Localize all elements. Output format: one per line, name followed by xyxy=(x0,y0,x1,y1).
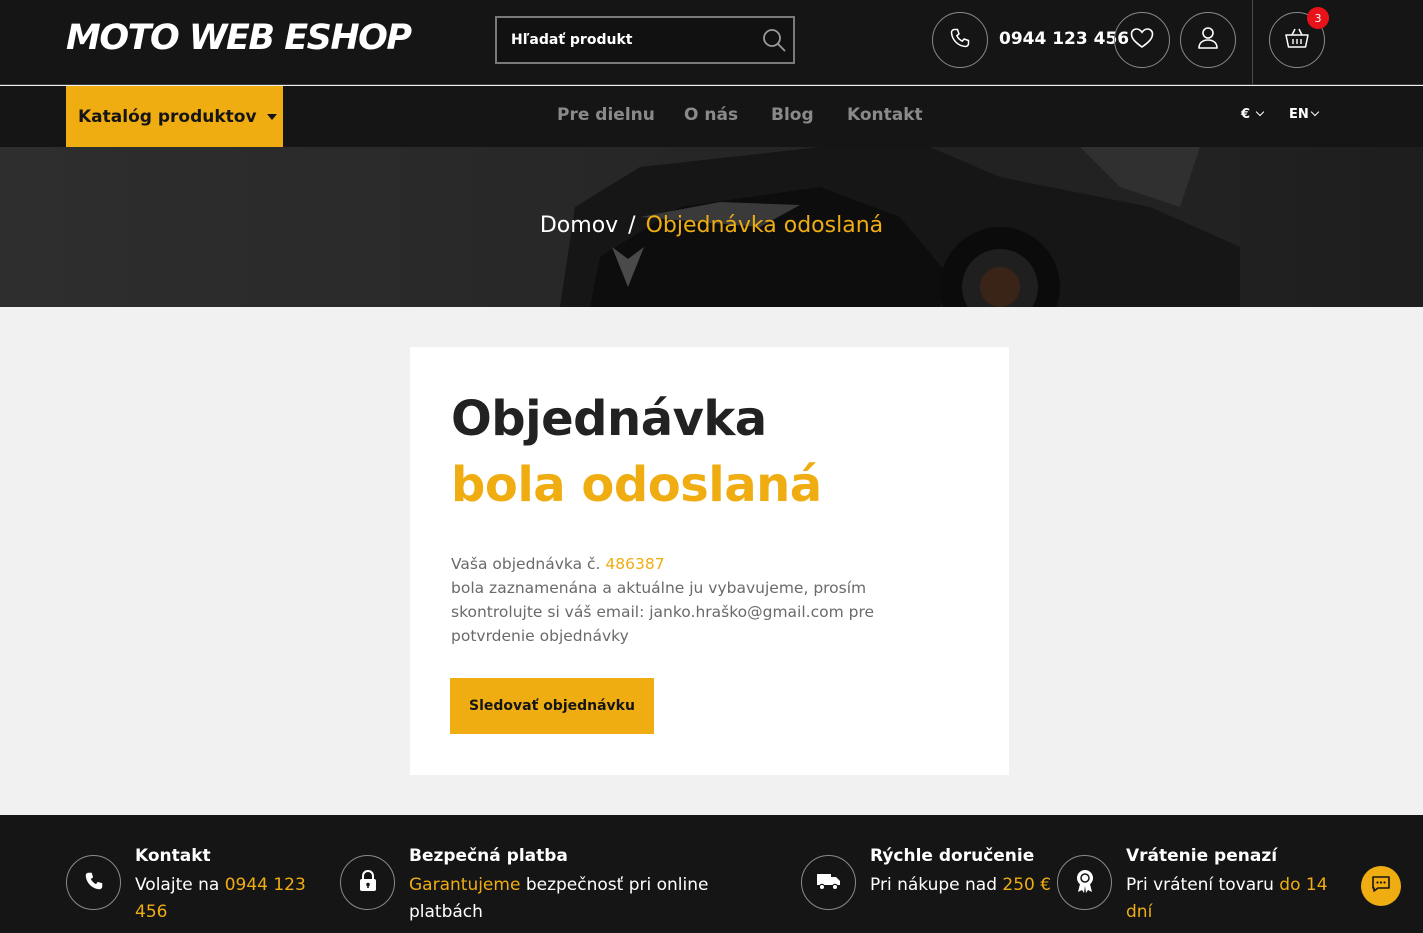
user-icon xyxy=(1196,25,1220,55)
site-logo[interactable]: MOTO WEB ESHOP xyxy=(66,18,412,58)
account-button[interactable] xyxy=(1180,12,1236,68)
language-select[interactable]: EN xyxy=(1289,107,1320,122)
feature-delivery-plain: Pri nákupe nad xyxy=(870,875,997,895)
breadcrumb-current: Objednávka odoslaná xyxy=(645,213,884,238)
feature-payment-highlight: Garantujeme xyxy=(409,875,521,895)
hero-banner: Domov / Objednávka odoslaná xyxy=(0,147,1423,307)
phone-button[interactable] xyxy=(932,12,988,68)
feature-contact-title: Kontakt xyxy=(135,846,211,866)
wishlist-button[interactable] xyxy=(1114,12,1170,68)
chevron-down-icon xyxy=(1255,107,1265,117)
chat-button[interactable] xyxy=(1361,866,1401,906)
feature-payment-text: Garantujeme bezpečnosť pri online platbá… xyxy=(409,872,749,926)
header-phone-number[interactable]: 0944 123 456 xyxy=(999,29,1129,49)
main-nav: Katalóg produktov Pre dielnu O nás Blog … xyxy=(0,86,1423,147)
feature-payment-title: Bezpečná platba xyxy=(409,846,568,866)
feature-delivery-icon-wrap xyxy=(801,855,856,910)
feature-contact-text: Volajte na 0944 123 456 xyxy=(135,872,325,926)
feature-delivery-highlight: 250 € xyxy=(1002,875,1052,895)
chevron-down-icon xyxy=(1310,107,1320,117)
currency-value: € xyxy=(1241,107,1251,122)
feature-refund-text: Pri vrátení tovaru do 14 dní xyxy=(1126,872,1351,926)
catalog-dropdown-button[interactable]: Katalóg produktov xyxy=(66,86,283,147)
nav-link-o-nas[interactable]: O nás xyxy=(684,105,738,125)
order-prefix: Vaša objednávka č. xyxy=(451,555,601,573)
top-header: MOTO WEB ESHOP 0944 123 456 3 xyxy=(0,0,1423,85)
nav-link-kontakt[interactable]: Kontakt xyxy=(847,105,923,125)
catalog-label: Katalóg produktov xyxy=(78,106,257,127)
header-divider xyxy=(1252,0,1253,85)
feature-refund-plain: Pri vrátení tovaru xyxy=(1126,875,1274,895)
search-icon[interactable] xyxy=(761,27,787,53)
breadcrumb-home-link[interactable]: Domov xyxy=(540,213,618,238)
confirmation-title-highlight: bola odoslaná xyxy=(451,457,822,513)
chat-icon xyxy=(1371,875,1391,897)
cart-count-badge: 3 xyxy=(1307,7,1329,29)
nav-link-blog[interactable]: Blog xyxy=(771,105,814,125)
feature-refund-title: Vrátenie penazí xyxy=(1126,846,1278,866)
feature-contact-plain: Volajte na xyxy=(135,875,220,895)
heart-icon xyxy=(1129,26,1155,54)
breadcrumb-separator: / xyxy=(628,213,636,238)
language-value: EN xyxy=(1289,107,1309,122)
lock-icon xyxy=(357,869,379,897)
feature-payment-icon-wrap xyxy=(340,855,395,910)
phone-icon xyxy=(948,26,972,54)
truck-icon xyxy=(816,871,842,895)
confirmation-message: Vaša objednávka č. 486387 bola zaznamená… xyxy=(451,552,911,648)
feature-refund-icon-wrap xyxy=(1057,855,1112,910)
track-order-button[interactable]: Sledovať objednávku xyxy=(450,678,654,734)
basket-icon xyxy=(1284,26,1310,54)
currency-select[interactable]: € xyxy=(1241,107,1265,122)
confirmation-body: bola zaznamenána a aktuálne ju vybavujem… xyxy=(451,579,875,645)
order-confirmation-card: Objednávka bola odoslaná Vaša objednávka… xyxy=(410,347,1009,775)
feature-contact-icon-wrap xyxy=(66,855,121,910)
order-number: 486387 xyxy=(605,555,665,573)
award-icon xyxy=(1073,868,1097,898)
search-box xyxy=(495,16,795,64)
search-input[interactable] xyxy=(497,18,757,62)
features-footer: Kontakt Volajte na 0944 123 456 Bezpečná… xyxy=(0,815,1423,933)
caret-down-icon xyxy=(266,113,277,120)
confirmation-title: Objednávka xyxy=(451,391,767,447)
breadcrumb: Domov / Objednávka odoslaná xyxy=(0,213,1423,238)
feature-delivery-text: Pri nákupe nad 250 € xyxy=(870,872,1055,899)
nav-link-pre-dielnu[interactable]: Pre dielnu xyxy=(557,105,655,125)
feature-delivery-title: Rýchle doručenie xyxy=(870,846,1035,866)
phone-icon xyxy=(83,870,105,896)
